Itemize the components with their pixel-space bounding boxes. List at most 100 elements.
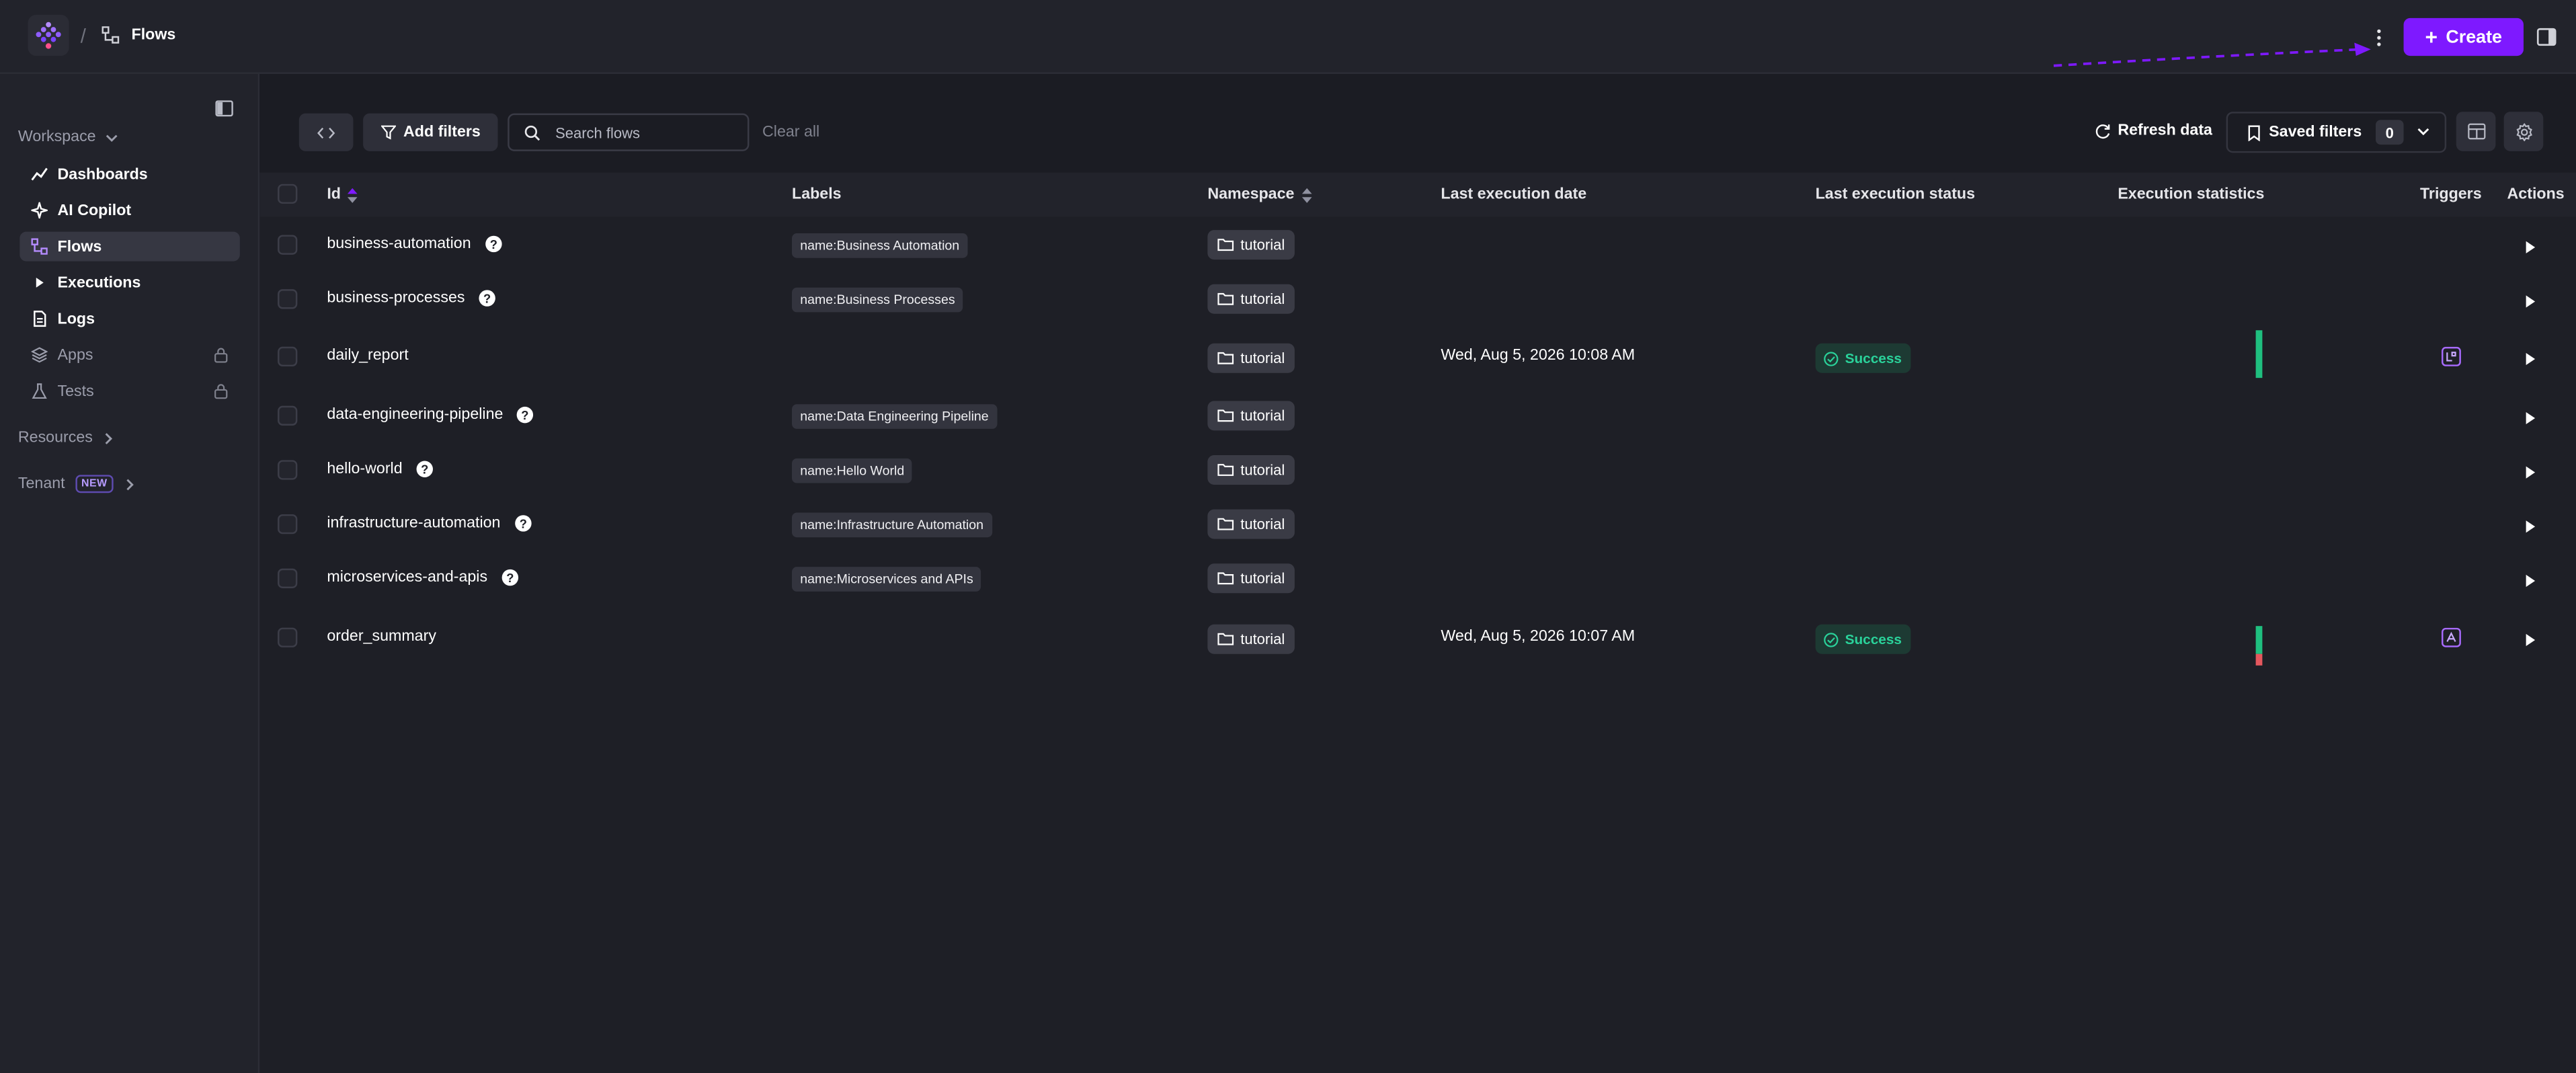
table-row[interactable]: order_summary tutorial Wed, Aug 5, 2026 … bbox=[259, 604, 2576, 670]
namespace-chip[interactable]: tutorial bbox=[1207, 343, 1295, 373]
namespace-chip[interactable]: tutorial bbox=[1207, 624, 1295, 654]
table-row[interactable]: microservices-and-apis ? name:Microservi… bbox=[259, 551, 2576, 605]
clear-all-button[interactable]: Clear all bbox=[762, 123, 819, 141]
execute-play-icon[interactable] bbox=[2524, 573, 2537, 588]
sidebar-item-apps[interactable]: Apps bbox=[19, 340, 239, 370]
sidebar-item-executions[interactable]: Executions bbox=[19, 268, 239, 297]
right-panel-toggle-icon[interactable] bbox=[2536, 28, 2557, 46]
table-row[interactable]: infrastructure-automation ? name:Infrast… bbox=[259, 496, 2576, 551]
create-button[interactable]: + Create bbox=[2403, 17, 2524, 56]
sidebar-collapse-icon[interactable] bbox=[215, 100, 233, 117]
execute-play-icon[interactable] bbox=[2524, 465, 2537, 480]
resources-label: Resources bbox=[17, 428, 93, 447]
sidebar-item-logs[interactable]: Logs bbox=[19, 304, 239, 333]
sidebar-item-label: AI Copilot bbox=[57, 201, 132, 220]
play-icon bbox=[36, 278, 44, 288]
row-checkbox[interactable] bbox=[278, 235, 298, 255]
resources-section-toggle[interactable]: Resources bbox=[18, 429, 116, 447]
flow-id-link[interactable]: infrastructure-automation ? bbox=[327, 514, 532, 532]
flask-icon bbox=[32, 383, 47, 399]
sidebar-item-dashboards[interactable]: Dashboards bbox=[19, 159, 239, 189]
table-columns-button[interactable] bbox=[2456, 112, 2496, 151]
table-row[interactable]: business-automation ? name:Business Auto… bbox=[259, 217, 2576, 272]
chevron-right-icon bbox=[106, 432, 114, 444]
execution-stat-bar-success[interactable] bbox=[2255, 626, 2263, 654]
schedule-trigger-icon[interactable] bbox=[2442, 346, 2461, 366]
row-checkbox[interactable] bbox=[278, 627, 298, 647]
settings-button[interactable] bbox=[2503, 112, 2544, 151]
status-badge[interactable]: Success bbox=[1815, 343, 1910, 373]
label-chip[interactable]: name:Business Processes bbox=[792, 287, 963, 313]
status-badge[interactable]: Success bbox=[1815, 624, 1910, 654]
help-icon[interactable]: ? bbox=[501, 569, 519, 587]
flow-id-link[interactable]: hello-world ? bbox=[327, 460, 434, 478]
sidebar-item-label: Tests bbox=[57, 382, 94, 401]
flow-id-link[interactable]: data-engineering-pipeline ? bbox=[327, 406, 534, 424]
namespace-chip[interactable]: tutorial bbox=[1207, 284, 1295, 314]
label-chip[interactable]: name:Infrastructure Automation bbox=[792, 512, 992, 538]
label-chip[interactable]: name:Data Engineering Pipeline bbox=[792, 404, 997, 429]
row-checkbox[interactable] bbox=[278, 346, 298, 367]
flow-id-link[interactable]: business-automation ? bbox=[327, 235, 502, 253]
flow-id-link[interactable]: daily_report bbox=[327, 347, 408, 365]
execute-play-icon[interactable] bbox=[2524, 519, 2537, 534]
add-filters-button[interactable]: Add filters bbox=[363, 113, 498, 151]
help-icon[interactable]: ? bbox=[478, 289, 496, 307]
create-button-label: Create bbox=[2446, 27, 2503, 47]
more-options-icon[interactable] bbox=[2372, 26, 2386, 49]
help-icon[interactable]: ? bbox=[415, 460, 434, 478]
row-checkbox[interactable] bbox=[278, 514, 298, 534]
execute-play-icon[interactable] bbox=[2524, 240, 2537, 255]
execution-stat-bar-failed[interactable] bbox=[2255, 653, 2263, 666]
execute-play-icon[interactable] bbox=[2524, 352, 2537, 366]
tenant-section-toggle[interactable]: Tenant NEW bbox=[18, 475, 137, 493]
code-view-button[interactable] bbox=[298, 113, 354, 151]
flow-id-link[interactable]: order_summary bbox=[327, 628, 436, 646]
execution-stat-bar-success[interactable] bbox=[2255, 330, 2263, 379]
help-icon[interactable]: ? bbox=[514, 514, 532, 532]
search-input[interactable] bbox=[555, 124, 736, 141]
label-chip[interactable]: name:Hello World bbox=[792, 458, 913, 483]
row-checkbox[interactable] bbox=[278, 568, 298, 588]
help-icon[interactable]: ? bbox=[484, 235, 502, 253]
flow-id-link[interactable]: business-processes ? bbox=[327, 289, 496, 307]
sidebar-item-flows[interactable]: Flows bbox=[19, 231, 240, 262]
sidebar-item-tests[interactable]: Tests bbox=[19, 376, 239, 406]
column-header-namespace[interactable]: Namespace bbox=[1207, 186, 1312, 204]
table-row[interactable]: data-engineering-pipeline ? name:Data En… bbox=[259, 388, 2576, 442]
namespace-chip[interactable]: tutorial bbox=[1207, 509, 1295, 539]
sidebar-item-ai-copilot[interactable]: AI Copilot bbox=[19, 196, 239, 225]
table-row[interactable]: business-processes ? name:Business Proce… bbox=[259, 271, 2576, 325]
code-icon bbox=[317, 126, 335, 138]
folder-icon bbox=[1217, 633, 1234, 645]
saved-filters-dropdown[interactable]: Saved filters 0 bbox=[2226, 112, 2447, 153]
label-chip[interactable]: name:Business Automation bbox=[792, 233, 968, 258]
search-field[interactable] bbox=[508, 113, 750, 151]
label-chip[interactable]: name:Microservices and APIs bbox=[792, 567, 981, 592]
plus-icon: + bbox=[2425, 24, 2438, 49]
help-icon[interactable]: ? bbox=[516, 406, 534, 424]
row-checkbox[interactable] bbox=[278, 289, 298, 309]
execute-play-icon[interactable] bbox=[2524, 411, 2537, 426]
execute-play-icon[interactable] bbox=[2524, 633, 2537, 647]
flow-id-link[interactable]: microservices-and-apis ? bbox=[327, 569, 518, 587]
namespace-chip[interactable]: tutorial bbox=[1207, 230, 1295, 260]
filter-icon bbox=[380, 125, 395, 140]
namespace-chip[interactable]: tutorial bbox=[1207, 563, 1295, 594]
workspace-section-toggle[interactable]: Workspace bbox=[18, 128, 119, 147]
namespace-chip[interactable]: tutorial bbox=[1207, 401, 1295, 431]
table-row[interactable]: hello-world ? name:Hello World tutorial bbox=[259, 442, 2576, 496]
row-checkbox[interactable] bbox=[278, 460, 298, 480]
column-header-id[interactable]: Id bbox=[327, 186, 359, 204]
refresh-data-label: Refresh data bbox=[2118, 121, 2212, 140]
select-all-checkbox[interactable] bbox=[278, 184, 298, 204]
folder-icon bbox=[1217, 572, 1234, 585]
namespace-chip[interactable]: tutorial bbox=[1207, 454, 1295, 485]
webhook-trigger-icon[interactable] bbox=[2442, 627, 2461, 647]
app-logo[interactable] bbox=[28, 14, 69, 56]
refresh-data-button[interactable]: Refresh data bbox=[2095, 122, 2212, 140]
row-checkbox[interactable] bbox=[278, 405, 298, 426]
execute-play-icon[interactable] bbox=[2524, 294, 2537, 309]
saved-filters-count: 0 bbox=[2376, 120, 2404, 145]
table-row[interactable]: daily_report tutorial Wed, Aug 5, 2026 1… bbox=[259, 325, 2576, 388]
